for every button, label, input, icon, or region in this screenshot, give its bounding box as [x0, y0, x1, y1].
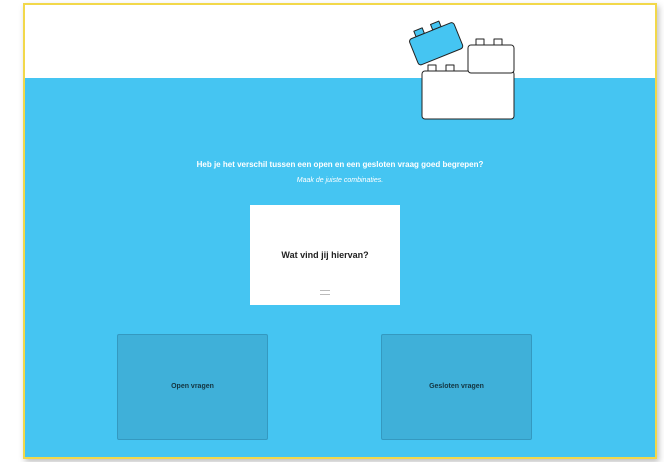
- header-band: [25, 5, 655, 78]
- drag-handle-icon[interactable]: [320, 290, 330, 295]
- draggable-question-card[interactable]: Wat vind jij hiervan?: [250, 205, 400, 305]
- exercise-instruction: Maak de juiste combinaties.: [296, 177, 384, 184]
- exercise-question: Heb je het verschil tussen een open en e…: [196, 160, 484, 169]
- toy-bricks-icon: [409, 20, 515, 120]
- card-text: Wat vind jij hiervan?: [281, 250, 369, 260]
- exercise-frame: Heb je het verschil tussen een open en e…: [23, 3, 657, 459]
- drop-zone-label: Gesloten vragen: [429, 383, 484, 390]
- drop-zone-closed-questions[interactable]: Gesloten vragen: [381, 334, 532, 440]
- drop-zone-label: Open vragen: [171, 383, 214, 390]
- drop-zone-open-questions[interactable]: Open vragen: [117, 334, 268, 440]
